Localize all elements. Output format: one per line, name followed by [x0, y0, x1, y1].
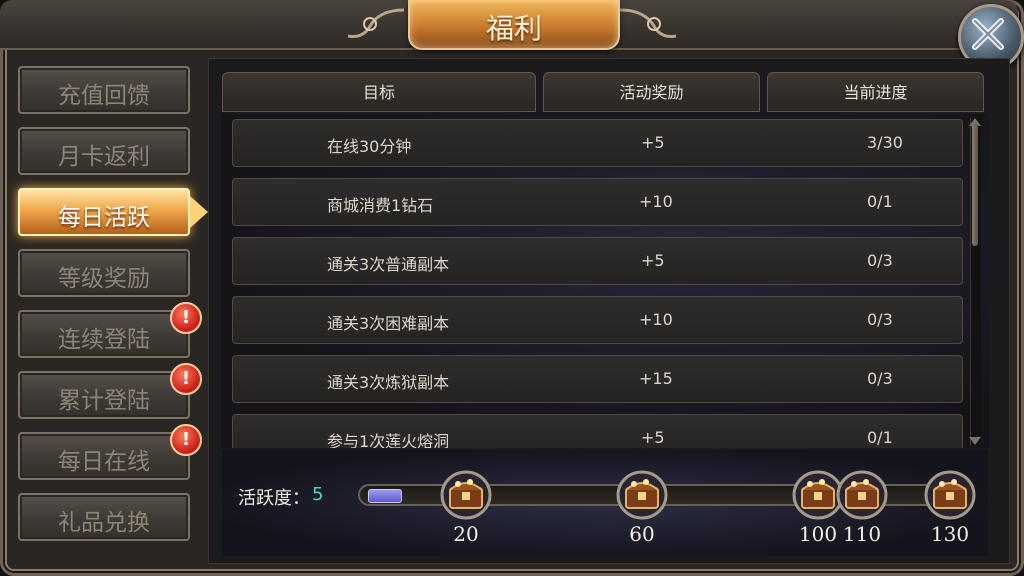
title-bar: 福利	[0, 0, 1018, 50]
task-reward: +5	[641, 251, 665, 270]
sidebar-item-label: 月卡返利	[58, 144, 150, 170]
task-reward: +15	[639, 369, 673, 388]
task-reward: +10	[639, 192, 673, 211]
sidebar-item-label: 等级奖励	[58, 266, 150, 292]
activity-label: 活跃度：	[238, 488, 310, 509]
table-row: 在线30分钟 +5 3/30	[232, 119, 963, 167]
close-icon	[972, 18, 1004, 50]
milestone-label: 60	[629, 522, 655, 546]
task-goal: 参与1次莲火熔洞	[327, 432, 450, 448]
task-goal: 通关3次普通副本	[327, 255, 450, 274]
page-title: 福利	[485, 12, 542, 45]
task-reward: +10	[639, 310, 673, 329]
exclamation-icon: !	[170, 363, 202, 395]
task-goal: 通关3次困难副本	[327, 314, 450, 333]
sidebar-item-monthly-card[interactable]: 月卡返利	[18, 127, 190, 175]
sidebar-item-daily-activity[interactable]: 每日活跃	[18, 188, 208, 236]
column-header-goal: 目标	[222, 72, 536, 112]
table-row: 参与1次莲火熔洞 +5 0/1	[232, 414, 963, 448]
sidebar: 充值回馈 月卡返利 每日活跃 等级奖励 连续登陆 ! 累计登陆 ! 每日在线 !…	[12, 58, 208, 558]
sidebar-item-label: 每日在线	[58, 449, 150, 475]
treasure-chest-icon[interactable]	[836, 470, 888, 520]
task-progress: 0/1	[867, 192, 893, 211]
sidebar-item-gift-redeem[interactable]: 礼品兑换	[18, 493, 190, 541]
task-progress: 0/3	[867, 251, 893, 270]
treasure-chest-icon[interactable]	[924, 470, 976, 520]
scrollbar-thumb[interactable]	[972, 124, 978, 246]
sidebar-item-daily-online[interactable]: 每日在线 !	[18, 424, 202, 480]
table-row: 通关3次普通副本 +5 0/3	[232, 237, 963, 285]
exclamation-icon: !	[170, 424, 202, 456]
table-row: 商城消费1钻石 +10 0/1	[232, 178, 963, 226]
task-progress: 0/3	[867, 310, 893, 329]
sidebar-item-label: 累计登陆	[58, 388, 150, 414]
task-goal: 商城消费1钻石	[327, 196, 434, 215]
task-goal: 在线30分钟	[327, 137, 412, 156]
task-reward: +5	[641, 133, 665, 152]
milestone-label: 20	[453, 522, 479, 546]
column-header-reward: 活动奖励	[543, 72, 760, 112]
task-progress: 3/30	[867, 133, 903, 152]
sidebar-item-consecutive-login[interactable]: 连续登陆 !	[18, 302, 202, 358]
column-header-progress: 当前进度	[767, 72, 984, 112]
table-row: 通关3次炼狱副本 +15 0/3	[232, 355, 963, 403]
milestone-label: 130	[930, 522, 970, 546]
task-progress: 0/1	[867, 428, 893, 447]
task-list[interactable]: 在线30分钟 +5 3/30 商城消费1钻石 +10 0/1 通关3次普通副本 …	[221, 114, 989, 448]
activity-progress-fill	[368, 489, 402, 503]
task-reward: +5	[641, 428, 665, 447]
sidebar-item-level-reward[interactable]: 等级奖励	[18, 249, 190, 297]
left-ornament-icon	[347, 8, 405, 38]
sidebar-item-cumulative-login[interactable]: 累计登陆 !	[18, 363, 202, 419]
treasure-chest-icon[interactable]	[616, 470, 668, 520]
sidebar-item-label: 充值回馈	[58, 83, 150, 109]
sidebar-item-label: 连续登陆	[58, 327, 150, 353]
active-arrow-icon	[190, 196, 208, 228]
right-ornament-icon	[619, 8, 677, 38]
exclamation-icon: !	[170, 302, 202, 334]
sidebar-item-recharge-feedback[interactable]: 充值回馈	[18, 66, 190, 114]
task-goal: 通关3次炼狱副本	[327, 373, 450, 392]
scroll-down-icon[interactable]	[969, 437, 981, 445]
activity-value: 5	[312, 484, 324, 505]
milestone-label: 110	[842, 522, 882, 546]
sidebar-item-label: 礼品兑换	[58, 510, 150, 536]
table-row: 通关3次困难副本 +10 0/3	[232, 296, 963, 344]
title-plate: 福利	[408, 0, 620, 50]
task-progress: 0/3	[867, 369, 893, 388]
sidebar-item-label: 每日活跃	[58, 205, 150, 231]
treasure-chest-icon[interactable]	[440, 470, 492, 520]
